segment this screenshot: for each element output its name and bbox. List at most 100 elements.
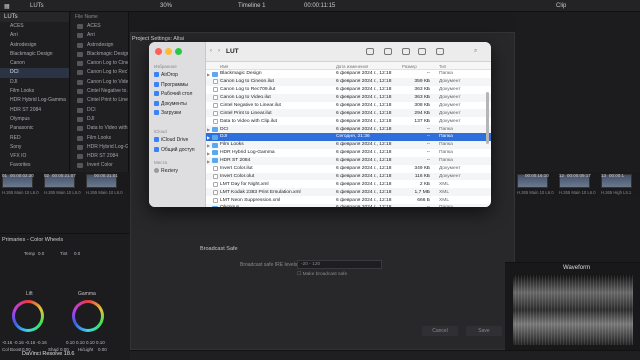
lut-file-item[interactable]: DCI	[71, 106, 128, 115]
lut-folder-item[interactable]: Film Looks	[0, 87, 69, 96]
lut-file-item[interactable]: Film Looks	[71, 134, 128, 143]
sidebar-item[interactable]: Документы	[154, 100, 187, 107]
lut-folder-item[interactable]: ACES	[0, 22, 69, 31]
file-row[interactable]: ▶ Olympus 6 февраля 2024 г., 12:18 -- Папка	[206, 204, 491, 207]
current-folder-name[interactable]: LUT	[226, 48, 239, 55]
share-icon[interactable]	[402, 48, 410, 55]
lut-file-item[interactable]: Blackmagic Design	[71, 50, 128, 59]
back-icon[interactable]: ‹	[210, 48, 212, 54]
sidebar-item[interactable]: iCloud Drive	[154, 137, 188, 143]
file-row[interactable]: ▶ Blackmagic Design 6 февраля 2024 г., 12:…	[206, 70, 491, 78]
timeline-name[interactable]: Timeline 1	[238, 3, 265, 9]
lut-file-item[interactable]: Astrodesign	[71, 41, 128, 50]
zoom-window-button[interactable]	[175, 48, 182, 55]
file-row[interactable]: Cintel Print to Linear.ilut 6 февраля 202…	[206, 109, 491, 118]
lut-folder-item[interactable]: DJI	[0, 78, 69, 87]
lut-file-item[interactable]: ACES	[71, 22, 128, 31]
list-scrollbar[interactable]	[486, 92, 489, 144]
lut-file-item[interactable]: HDR ST 2084	[71, 152, 128, 161]
lut-file-item[interactable]: Canon Log to Video	[71, 78, 128, 87]
file-row[interactable]: ▶ HDR Hybrid Log-Gamma 6 февраля 2024 г., …	[206, 149, 491, 157]
group-view-icon[interactable]	[384, 48, 392, 55]
sidebar-item-label: Программы	[161, 81, 189, 88]
lut-folder-item[interactable]: Panasonic	[0, 124, 69, 133]
column-name[interactable]: Имя	[220, 64, 228, 69]
lut-file-item[interactable]: Cintel Print to Line...	[71, 96, 128, 105]
disclosure-icon[interactable]: ▶	[207, 143, 210, 148]
column-date[interactable]: Дата изменения	[336, 64, 368, 69]
disclosure-icon[interactable]: ▶	[207, 72, 210, 77]
file-row[interactable]: LMT Neon Suppression.xml 6 февраля 2024 г…	[206, 196, 491, 204]
file-row[interactable]: Data to Video with Clip.ilut 6 февраля 20…	[206, 117, 491, 125]
column-kind[interactable]: Тип	[439, 64, 446, 69]
column-size[interactable]: Размер	[402, 64, 417, 69]
file-kind: Документ	[439, 87, 461, 93]
tag-icon[interactable]	[418, 48, 426, 55]
lut-folder-item[interactable]: Blackmagic Design	[0, 50, 69, 59]
lut-file-item[interactable]: Data to Video with...	[71, 124, 128, 133]
hilight-value[interactable]: 0.00	[98, 347, 107, 352]
disclosure-icon[interactable]: ▶	[207, 151, 210, 156]
file-row[interactable]: ▶ Film Looks 6 февраля 2024 г., 12:18 -- Пап…	[206, 141, 491, 149]
file-row[interactable]: Canon Log to Cineon.ilut 6 февраля 2024 г…	[206, 77, 491, 86]
lut-file-item[interactable]: HDR Hybrid Log-G...	[71, 143, 128, 152]
sidebar-item[interactable]: Загрузки	[154, 110, 181, 116]
disclosure-icon[interactable]: ▶	[207, 127, 210, 132]
file-row[interactable]: Cintel Negative to Linear.ilut 6 февраля …	[206, 102, 491, 110]
file-date: 6 февраля 2024 г., 12:18	[336, 205, 391, 207]
tint-value[interactable]: 0.0	[74, 251, 80, 256]
file-row[interactable]: LMT Day for Night.xml 6 февраля 2024 г., …	[206, 180, 491, 188]
zoom-level[interactable]: 30%	[160, 3, 172, 9]
make-broadcast-safe-checkbox[interactable]: ☐ Make broadcast safe	[297, 272, 347, 277]
disclosure-icon[interactable]: ▶	[207, 206, 210, 207]
disclosure-icon[interactable]: ▶	[207, 159, 210, 164]
clip-timecode: 00:00:02:20	[10, 173, 34, 178]
lut-folder-item[interactable]: Arri	[0, 31, 69, 40]
more-actions-icon[interactable]	[436, 48, 444, 55]
lut-folder-item[interactable]: VFX IO	[0, 152, 69, 161]
lut-folder-item[interactable]: DCI	[0, 68, 69, 78]
gamma-wheel[interactable]	[72, 300, 104, 332]
file-row[interactable]: ▶ DJI Сегодня, 21:36 -- Папка	[206, 133, 491, 142]
lut-folder-item[interactable]: RED	[0, 134, 69, 143]
file-row[interactable]: Canon Log to Rec709.ilut 6 февраля 2024 г…	[206, 86, 491, 94]
sidebar-item[interactable]: Общий доступ	[154, 146, 195, 153]
lut-file-item[interactable]: Canon Log to Cineon	[71, 59, 128, 68]
save-button[interactable]: Save	[466, 326, 502, 336]
forward-icon[interactable]: ›	[218, 48, 220, 54]
lut-file-item[interactable]: Arri	[71, 31, 128, 40]
lift-wheel[interactable]	[12, 300, 44, 332]
grid-icon[interactable]: ▦	[4, 3, 10, 10]
minimize-window-button[interactable]	[165, 48, 172, 55]
lut-folder-item[interactable]: Favorites	[0, 161, 69, 170]
cancel-button[interactable]: Cancel	[422, 326, 458, 336]
lut-folder-item[interactable]: Canon	[0, 59, 69, 68]
sidebar-item[interactable]: AirDrop	[154, 72, 178, 78]
sidebar-item-icon	[154, 110, 159, 115]
file-row[interactable]: Invert Color.ilut 6 февраля 2024 г., 12:1…	[206, 165, 491, 173]
lut-file-item[interactable]: Invert Color	[71, 161, 128, 170]
lut-folder-item[interactable]: Olympus	[0, 115, 69, 124]
sidebar-item[interactable]: Программы	[154, 81, 189, 88]
file-row[interactable]: LMT Kodak 2383 Print Emulation.xml 6 февр…	[206, 188, 491, 197]
search-icon[interactable]: ⌕	[474, 48, 477, 55]
broadcast-ire-select[interactable]: -20 - 120	[297, 260, 382, 269]
lut-file-item[interactable]: Cintel Negative to...	[71, 87, 128, 96]
sidebar-item[interactable]: Reziery	[154, 168, 178, 174]
lut-folder-item[interactable]: Sony	[0, 143, 69, 152]
lut-file-item[interactable]: DJI	[71, 115, 128, 124]
file-row[interactable]: ▶ DCI 6 февраля 2024 г., 12:18 -- Папка	[206, 125, 491, 134]
temp-value[interactable]: 0.0	[38, 251, 44, 256]
lut-folder-item[interactable]: HDR Hybrid Log-Gamma	[0, 96, 69, 105]
disclosure-icon[interactable]: ▶	[207, 135, 210, 140]
file-row[interactable]: ▶ HDR ST 2084 6 февраля 2024 г., 12:18 -- Па…	[206, 156, 491, 165]
list-view-icon[interactable]	[366, 48, 374, 55]
close-window-button[interactable]	[155, 48, 162, 55]
lut-folder-item[interactable]: Astrodesign	[0, 41, 69, 50]
file-row[interactable]: Canon Log to Video.ilut 6 февраля 2024 г.…	[206, 93, 491, 102]
file-row[interactable]: Invert Color.olut 6 февраля 2024 г., 12:1…	[206, 172, 491, 181]
sidebar-item[interactable]: Рабочий стол	[154, 91, 192, 97]
lut-file-item[interactable]: Canon Log to Rec709	[71, 68, 128, 77]
clip-dropdown[interactable]: Clip	[556, 3, 566, 9]
lut-folder-item[interactable]: HDR ST 2084	[0, 106, 69, 115]
